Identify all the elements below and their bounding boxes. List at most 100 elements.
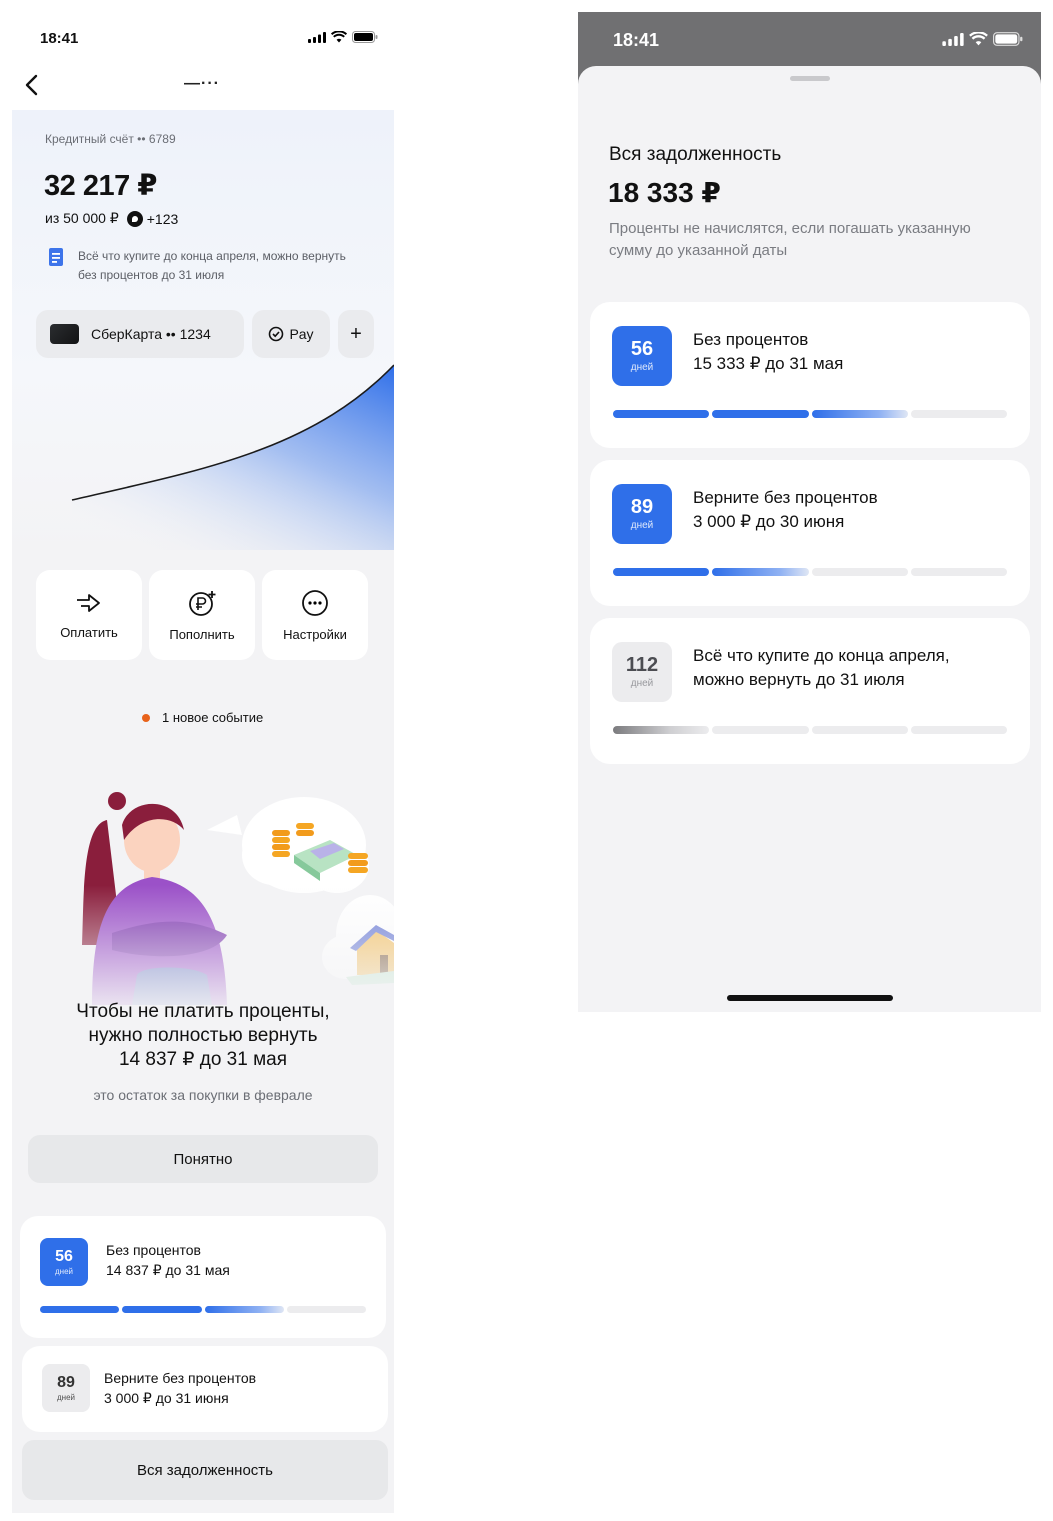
days-unit: дней (630, 678, 654, 689)
account-balance: 32 217 ₽ (44, 170, 157, 202)
document-icon (49, 248, 63, 266)
progress-segment (811, 726, 908, 734)
promo-line-3: 14 837 ₽ до 31 мая (118, 1049, 288, 1070)
period-text: Всё что купите до конца апреля, можно ве… (693, 644, 950, 692)
status-icons (308, 31, 378, 43)
days-count: 112 (625, 654, 659, 676)
period-title: Всё что купите до конца апреля, (693, 646, 950, 665)
repay-period-card[interactable]: 89 дней Верните без процентов 3 000 ₽ до… (22, 1346, 388, 1432)
top-up-action-button[interactable]: Пополнить (149, 570, 255, 660)
total-debt: 18 333 ₽ (608, 177, 721, 208)
progress-segment (613, 410, 710, 418)
all-debt-button[interactable]: Вся задолженность (22, 1440, 388, 1500)
status-icons (942, 32, 1023, 46)
period-progress (613, 568, 1007, 576)
bottom-sheet: Вся задолженность 18 333 ₽ Проценты не н… (578, 66, 1041, 1012)
signal-icon (308, 31, 326, 43)
grace-info: Всё что купите до конца апреля, можно ве… (48, 247, 348, 285)
grace-period-card[interactable]: 56 дней Без процентов 14 837 ₽ до 31 мая (20, 1216, 386, 1338)
period-progress (613, 410, 1007, 418)
days-count: 56 (55, 1247, 73, 1265)
add-chip-button[interactable]: + (338, 310, 374, 358)
days-count: 89 (57, 1373, 75, 1391)
pay-action-button[interactable]: Оплатить (36, 570, 142, 660)
bonus-icon (126, 210, 143, 227)
check-circle-icon (269, 326, 284, 342)
days-unit: дней (56, 1392, 75, 1402)
promo-title: Чтобы не платить проценты, нужно полност… (22, 1000, 384, 1072)
decorative-curve (71, 364, 394, 550)
new-event-label: 1 новое событие (162, 710, 264, 725)
bonus-points: +123 (146, 210, 179, 227)
battery-icon (352, 31, 378, 43)
period-progress (40, 1306, 366, 1313)
progress-segment (811, 410, 908, 418)
grace-period-card[interactable]: 56 дней Без процентов 15 333 ₽ до 31 мая (590, 302, 1030, 448)
got-it-button[interactable]: Понятно (28, 1135, 378, 1183)
back-chevron-icon[interactable] (22, 70, 42, 100)
top-up-action-label: Пополнить (169, 626, 235, 642)
promo-line-1: Чтобы не платить проценты, (76, 1001, 330, 1022)
days-count: 89 (630, 496, 654, 518)
repay-period-card[interactable]: 89 дней Верните без процентов 3 000 ₽ до… (590, 460, 1030, 606)
pay-chip-label: Pay (289, 326, 314, 342)
pay-chip[interactable]: Pay (252, 310, 330, 358)
card-thumbnail (50, 324, 79, 344)
all-debt-sheet-screen: 18:41 Вся задолженность 18 333 ₽ Процент… (578, 12, 1041, 1012)
period-detail: 15 333 ₽ до 31 мая (693, 354, 844, 373)
progress-segment (286, 1306, 366, 1313)
period-detail: 3 000 ₽ до 30 июня (693, 512, 845, 531)
sheet-grabber[interactable] (790, 76, 830, 81)
period-detail: можно вернуть до 31 июля (693, 670, 905, 689)
period-title: Без процентов (106, 1242, 201, 1258)
card-chip-label: СберКарта •• 1234 (91, 326, 211, 342)
sheet-description: Проценты не начислятся, если погашать ук… (609, 220, 971, 259)
progress-segment (811, 568, 908, 576)
progress-segment (910, 410, 1007, 418)
settings-action-button[interactable]: Настройки (262, 570, 368, 660)
period-title: Без процентов (693, 330, 809, 349)
status-bar: 18:41 (12, 15, 394, 65)
account-label: Кредитный счёт •• 6789 (45, 132, 176, 146)
status-time: 18:41 (613, 30, 660, 50)
sheet-title: Вся задолженность (609, 144, 782, 165)
progress-segment (122, 1306, 202, 1313)
promo-subtitle: это остаток за покупки в феврале (93, 1087, 313, 1103)
main-account-screen: 18:41 —··· Кредитный счёт •• 6789 32 217… (12, 15, 394, 1513)
april-purchases-card[interactable]: 112 дней Всё что купите до конца апреля,… (590, 618, 1030, 764)
progress-segment (613, 568, 710, 576)
period-detail: 3 000 ₽ до 31 июня (104, 1390, 229, 1406)
limit-row: из 50 000 ₽ +123 (45, 210, 178, 227)
progress-segment (910, 726, 1007, 734)
progress-segment (40, 1306, 120, 1313)
period-title: Верните без процентов (104, 1370, 257, 1386)
card-chip[interactable]: СберКарта •• 1234 (36, 310, 244, 358)
days-unit: дней (630, 520, 654, 531)
more-circle-icon (302, 589, 328, 616)
days-count: 56 (630, 338, 654, 360)
quick-actions: Оплатить Пополнить Настройки (36, 570, 368, 660)
signal-icon (942, 32, 964, 46)
ruble-plus-icon (189, 590, 216, 616)
progress-segment (712, 410, 809, 418)
settings-action-label: Настройки (283, 626, 347, 642)
period-text: Без процентов 14 837 ₽ до 31 мая (106, 1240, 230, 1280)
status-time: 18:41 (40, 30, 79, 47)
days-badge: 89 дней (42, 1364, 90, 1412)
wifi-icon (331, 31, 347, 43)
progress-segment (910, 568, 1007, 576)
home-indicator[interactable] (727, 995, 893, 1001)
pay-action-label: Оплатить (60, 624, 118, 640)
promo-line-2: нужно полностью вернуть (88, 1025, 318, 1046)
period-title: Верните без процентов (693, 488, 878, 507)
period-progress (613, 726, 1007, 734)
period-text: Верните без процентов 3 000 ₽ до 31 июня (104, 1368, 256, 1408)
period-text: Верните без процентов 3 000 ₽ до 30 июня (693, 486, 878, 534)
payment-chips: СберКарта •• 1234 Pay + (36, 310, 374, 358)
battery-icon (993, 32, 1023, 46)
new-event-notice[interactable]: 1 новое событие (142, 710, 263, 725)
days-badge: 112 дней (612, 642, 672, 702)
days-badge: 56 дней (612, 326, 672, 386)
nav-bar: —··· (12, 65, 394, 110)
more-menu-button[interactable]: —··· (184, 75, 220, 93)
